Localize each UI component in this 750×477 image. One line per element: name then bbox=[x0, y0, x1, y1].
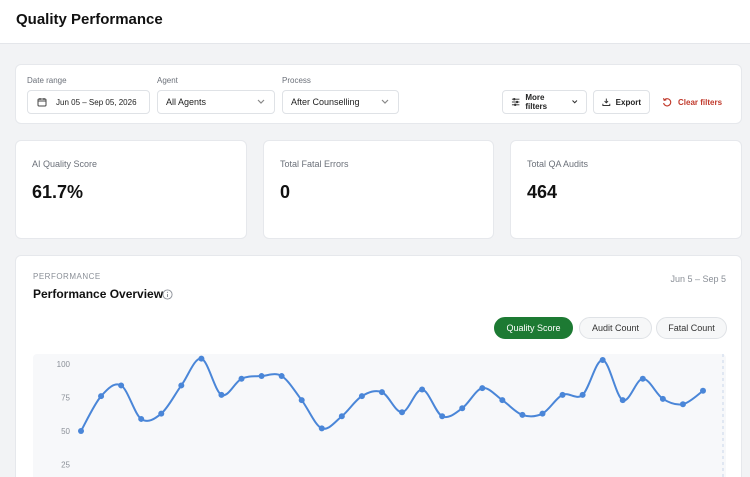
reset-icon bbox=[662, 98, 672, 107]
data-point[interactable] bbox=[459, 405, 466, 412]
data-point[interactable] bbox=[439, 413, 446, 420]
performance-card: PERFORMANCE Performance Overview Jun 5 –… bbox=[15, 255, 742, 477]
process-label: Process bbox=[282, 76, 311, 85]
tab-audit-count[interactable]: Audit Count bbox=[579, 317, 652, 339]
data-point[interactable] bbox=[198, 355, 205, 362]
export-label: Export bbox=[615, 97, 641, 107]
y-tick-label: 100 bbox=[57, 360, 71, 369]
data-point[interactable] bbox=[258, 373, 265, 380]
data-point[interactable] bbox=[118, 382, 125, 389]
date-range-value: Jun 05 – Sep 05, 2026 bbox=[56, 97, 137, 107]
kpi-card-quality-score: AI Quality Score 61.7% bbox=[15, 140, 247, 239]
filter-bar: Date range Jun 05 – Sep 05, 2026 Agent A… bbox=[15, 64, 742, 124]
y-tick-label: 50 bbox=[61, 427, 70, 436]
data-point[interactable] bbox=[399, 409, 406, 416]
date-range-picker[interactable]: Jun 05 – Sep 05, 2026 bbox=[27, 90, 150, 114]
data-point[interactable] bbox=[559, 391, 566, 398]
process-select-value: After Counselling bbox=[291, 97, 360, 107]
process-select[interactable]: After Counselling bbox=[282, 90, 399, 114]
download-icon bbox=[602, 98, 611, 106]
sliders-icon bbox=[511, 98, 520, 106]
tab-fatal-count[interactable]: Fatal Count bbox=[656, 317, 727, 339]
agent-label: Agent bbox=[157, 76, 178, 85]
clear-filters-button[interactable]: Clear filters bbox=[662, 90, 722, 114]
data-point[interactable] bbox=[358, 393, 365, 400]
agent-select-value: All Agents bbox=[166, 97, 207, 107]
kpi-value: 0 bbox=[280, 182, 291, 202]
data-point[interactable] bbox=[419, 386, 426, 393]
more-filters-label: More filters bbox=[525, 93, 548, 111]
data-point[interactable] bbox=[338, 413, 345, 420]
data-point[interactable] bbox=[298, 397, 305, 404]
data-point[interactable] bbox=[499, 397, 506, 404]
chevron-down-icon bbox=[571, 100, 577, 104]
kpi-card-qa-audits: Total QA Audits 464 bbox=[510, 140, 742, 239]
data-point[interactable] bbox=[158, 410, 165, 417]
data-point[interactable] bbox=[138, 415, 145, 422]
export-button[interactable]: Export bbox=[593, 90, 650, 114]
clear-filters-label: Clear filters bbox=[678, 97, 723, 107]
kpi-value: 464 bbox=[527, 182, 558, 202]
kpi-card-fatal-errors: Total Fatal Errors 0 bbox=[263, 140, 494, 239]
date-range-label: Date range bbox=[27, 76, 67, 85]
data-point[interactable] bbox=[599, 356, 606, 363]
kpi-value: 61.7% bbox=[32, 182, 84, 202]
data-point[interactable] bbox=[659, 395, 666, 402]
more-filters-button[interactable]: More filters bbox=[502, 90, 587, 114]
page-title: Quality Performance bbox=[16, 11, 163, 28]
y-tick-label: 75 bbox=[61, 394, 70, 403]
data-point[interactable] bbox=[539, 410, 546, 417]
kpi-label: AI Quality Score bbox=[32, 159, 98, 169]
performance-title: Performance Overview bbox=[33, 287, 164, 301]
top-bar: Quality Performance bbox=[0, 0, 750, 44]
section-label: PERFORMANCE bbox=[33, 272, 101, 281]
y-tick-label: 25 bbox=[61, 461, 70, 470]
kpi-label: Total Fatal Errors bbox=[280, 159, 349, 169]
data-point[interactable] bbox=[278, 373, 285, 380]
info-icon[interactable] bbox=[162, 289, 173, 300]
data-point[interactable] bbox=[479, 385, 486, 392]
chevron-down-icon bbox=[381, 99, 389, 104]
data-point[interactable] bbox=[78, 428, 84, 434]
data-point[interactable] bbox=[178, 382, 185, 389]
data-point[interactable] bbox=[98, 393, 105, 400]
data-point[interactable] bbox=[378, 389, 385, 396]
agent-select[interactable]: All Agents bbox=[157, 90, 275, 114]
series-line bbox=[80, 357, 704, 432]
kpi-label: Total QA Audits bbox=[527, 159, 589, 169]
performance-line-chart: 100 75 50 25 bbox=[57, 354, 724, 477]
data-point[interactable] bbox=[238, 375, 245, 382]
data-point[interactable] bbox=[639, 375, 646, 382]
data-point[interactable] bbox=[519, 411, 526, 418]
data-point[interactable] bbox=[579, 391, 586, 398]
tab-quality-score[interactable]: Quality Score bbox=[494, 317, 573, 339]
data-point[interactable] bbox=[679, 401, 686, 408]
data-point[interactable] bbox=[619, 397, 626, 404]
calendar-icon bbox=[37, 98, 47, 107]
data-point[interactable] bbox=[700, 387, 706, 394]
chevron-down-icon bbox=[257, 99, 265, 104]
data-point[interactable] bbox=[318, 425, 325, 432]
chart-area: 100 75 50 25 bbox=[33, 354, 726, 477]
data-point[interactable] bbox=[218, 391, 225, 398]
chart-date-range: Jun 5 – Sep 5 bbox=[670, 274, 726, 284]
